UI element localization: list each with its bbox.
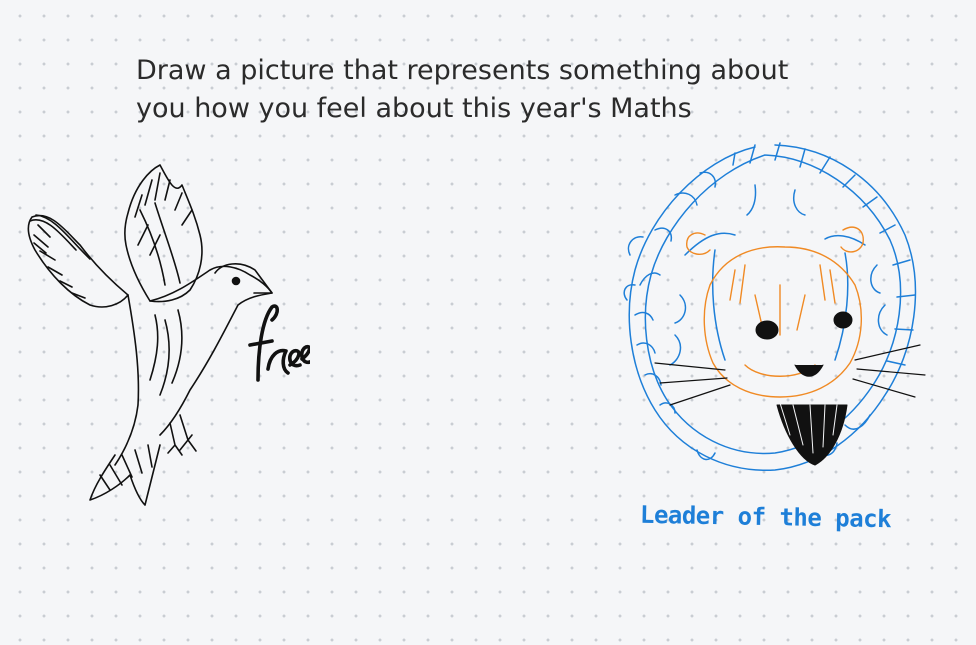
activity-prompt: Draw a picture that represents something…	[136, 52, 896, 128]
lion-caption: Leader of the pack	[639, 500, 892, 534]
prompt-line-2: you how you feel about this year's Maths	[136, 93, 692, 124]
free-handwriting	[248, 304, 310, 382]
prompt-line-1: Draw a picture that represents something…	[136, 55, 789, 86]
bird-drawing[interactable]	[10, 155, 310, 525]
lion-drawing[interactable]	[615, 135, 935, 495]
